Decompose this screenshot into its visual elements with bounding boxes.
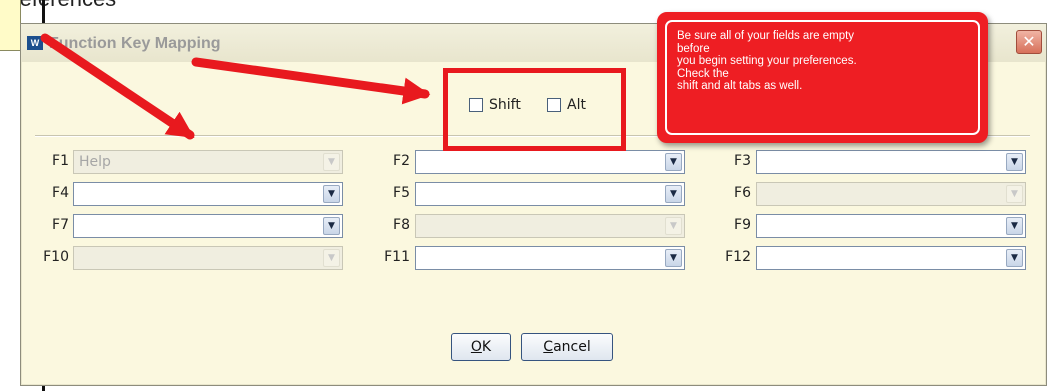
annotation-callout: Be sure all of your fields are empty bef… [657, 12, 988, 143]
arrow-to-fields [40, 33, 195, 140]
highlight-rectangle [443, 68, 626, 151]
annotation-text: Be sure all of your fields are empty bef… [665, 20, 980, 135]
arrow-to-checkboxes [191, 57, 431, 105]
